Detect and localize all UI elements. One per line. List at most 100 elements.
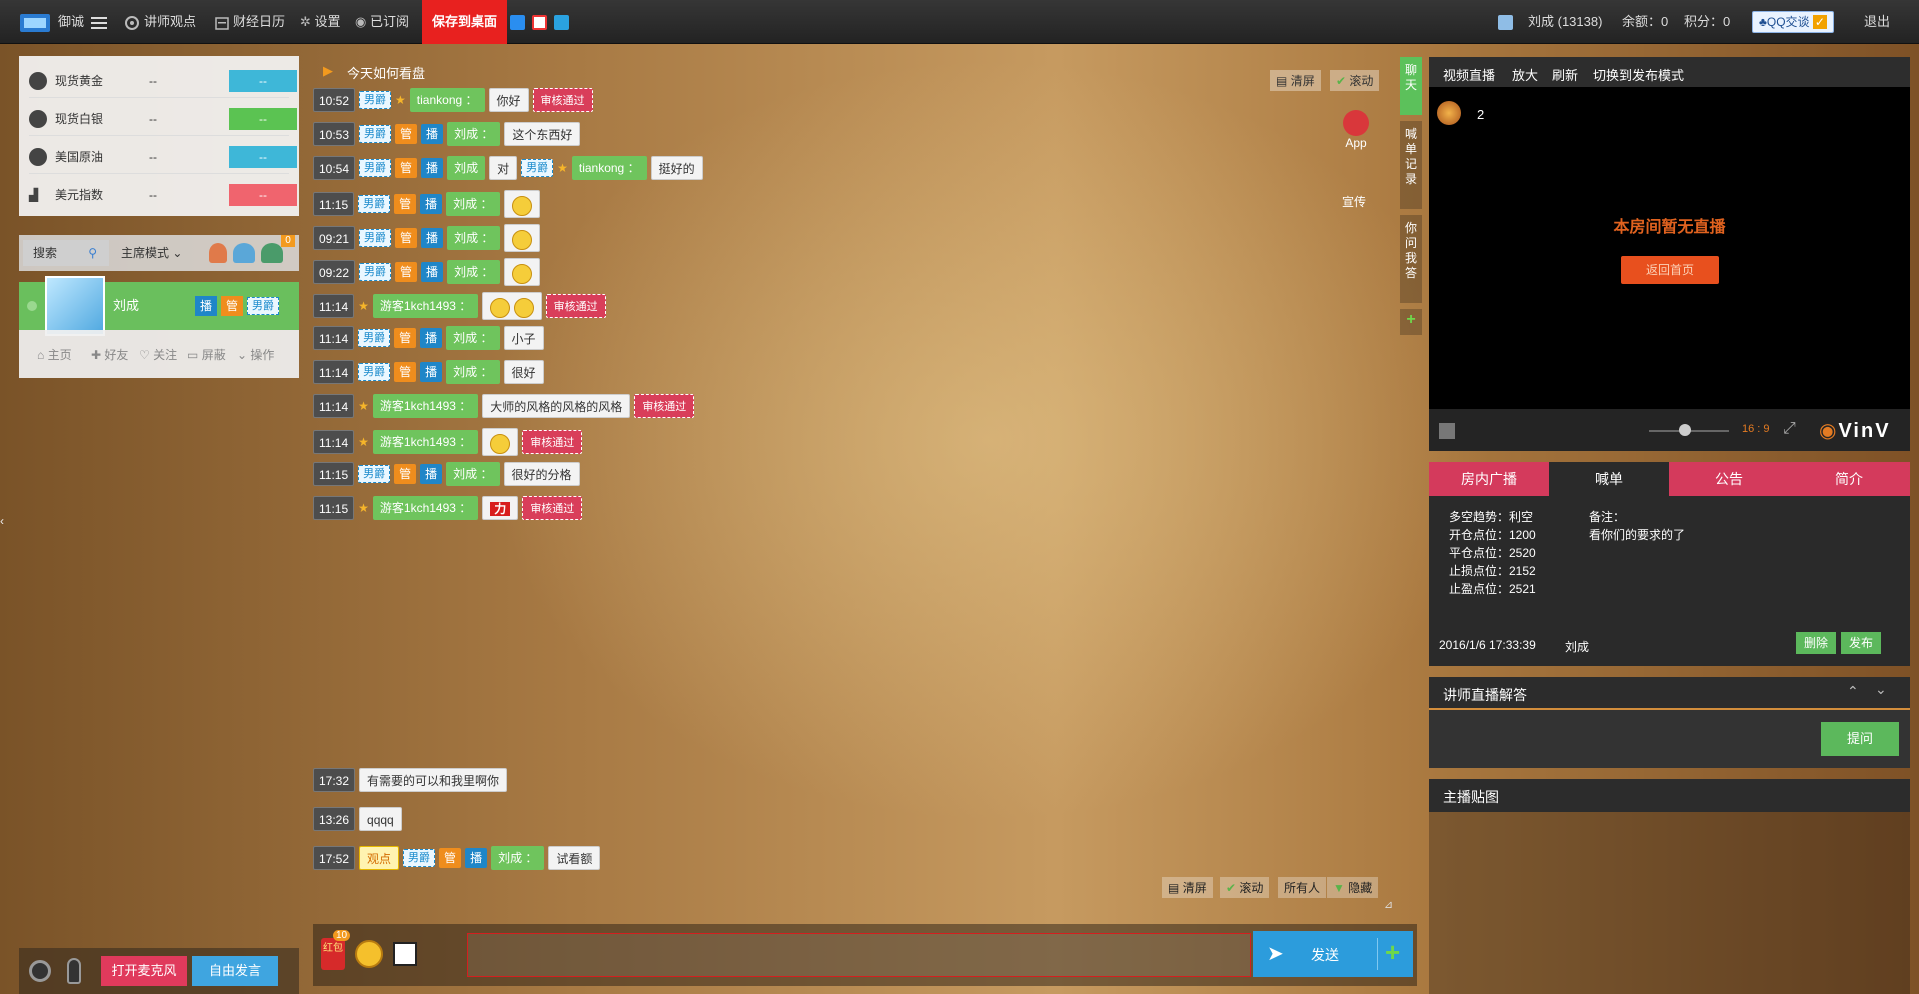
- microphone-icon[interactable]: [67, 958, 81, 984]
- collapse-left-icon[interactable]: ‹: [0, 514, 4, 528]
- message-user[interactable]: 游客1kch1493 ：: [372, 496, 479, 520]
- emoji-picker-icon[interactable]: [355, 940, 383, 968]
- user-avatar-icon[interactable]: [1498, 0, 1513, 44]
- qq-icon: ♣: [1759, 15, 1767, 29]
- send-button[interactable]: ➤ 发送 +: [1253, 931, 1413, 977]
- video-player[interactable]: 2 本房间暂无直播 返回首页: [1429, 87, 1910, 409]
- hide-toggle[interactable]: ▼ 隐藏: [1327, 877, 1379, 898]
- message-user[interactable]: 游客1kch1493 ：: [372, 430, 479, 454]
- action-follow[interactable]: ♡ 关注: [139, 346, 177, 363]
- cloud-icon: [29, 148, 47, 166]
- wifi-icon: ◉: [355, 14, 367, 29]
- message-target-user[interactable]: tiankong ：: [571, 156, 647, 180]
- users-icon[interactable]: [233, 243, 255, 263]
- menu-icon[interactable]: [91, 0, 111, 44]
- user-icon[interactable]: [209, 243, 227, 263]
- tab-room-broadcast[interactable]: 房内广播: [1429, 462, 1549, 496]
- switch-publish-mode-button[interactable]: 切换到发布模式: [1593, 65, 1684, 84]
- message-user[interactable]: 刘成 ：: [447, 226, 501, 250]
- message-user[interactable]: 刘成 ：: [447, 122, 501, 146]
- image-upload-icon[interactable]: [393, 942, 417, 966]
- message-text: 有需要的可以和我里啊你: [359, 768, 508, 792]
- delete-button[interactable]: 删除: [1796, 632, 1836, 654]
- brand-logo[interactable]: 御诚: [18, 0, 84, 44]
- weibo-icon[interactable]: [532, 0, 547, 44]
- nav-subscribed[interactable]: ◉ 已订阅: [355, 0, 409, 44]
- tab-call-order[interactable]: 喊单: [1549, 462, 1669, 496]
- ask-button[interactable]: 提问: [1821, 722, 1899, 756]
- message-user[interactable]: 刘成 ：: [446, 326, 500, 350]
- add-icon[interactable]: +: [1385, 937, 1400, 967]
- star-icon: ★: [358, 501, 369, 515]
- quote-row-oil[interactable]: 美国原油 -- --: [29, 140, 297, 174]
- resize-handle-icon[interactable]: ⊿: [1384, 898, 1393, 911]
- footer-clear-button[interactable]: ▤ 清屏: [1162, 877, 1213, 898]
- logout-link[interactable]: 退出: [1864, 0, 1890, 44]
- chevron-up-icon[interactable]: ⌃: [1847, 683, 1859, 700]
- nav-teacher-view[interactable]: 讲师观点: [124, 0, 196, 44]
- zoom-button[interactable]: 放大: [1512, 65, 1538, 84]
- message-input[interactable]: [467, 933, 1251, 977]
- laugh-emoji-icon: [513, 297, 534, 318]
- free-speak-button[interactable]: 自由发言: [192, 956, 278, 986]
- action-block[interactable]: ▭ 屏蔽: [187, 346, 226, 363]
- message-user[interactable]: 刘成 ：: [446, 462, 500, 486]
- action-menu[interactable]: ⌄ 操作: [237, 346, 274, 363]
- message-user[interactable]: 刘成 ：: [446, 360, 500, 384]
- back-home-button[interactable]: 返回首页: [1621, 256, 1719, 284]
- tab-chat[interactable]: 聊天: [1400, 57, 1422, 115]
- message-time: 10:53: [313, 122, 356, 146]
- tab-announcement[interactable]: 公告: [1669, 462, 1789, 496]
- group-icon[interactable]: [261, 243, 283, 263]
- refresh-button[interactable]: 刷新: [1552, 65, 1578, 84]
- aspect-ratio[interactable]: 16 : 9: [1742, 423, 1770, 435]
- stop-icon[interactable]: [1439, 423, 1455, 439]
- hide-label: 隐藏: [1348, 881, 1373, 895]
- qq-chat-button[interactable]: ♣QQ交谈 ✓: [1752, 11, 1834, 33]
- video-live-tab[interactable]: 视频直播: [1443, 65, 1495, 84]
- action-home[interactable]: ⌂ 主页: [37, 346, 72, 363]
- save-to-desktop-button[interactable]: 保存到桌面: [422, 0, 508, 44]
- send-label: 发送: [1311, 947, 1339, 963]
- recipient-select[interactable]: 所有人: [1278, 877, 1327, 898]
- logo-icon: [20, 13, 50, 32]
- message-user[interactable]: 刘成 ：: [446, 192, 500, 216]
- mode-select[interactable]: 主席模式 ⌄: [121, 235, 182, 271]
- qa-body: 提问: [1429, 710, 1910, 768]
- chat-message: 11:15 男爵管播刘成 ：很好的分格: [313, 462, 584, 488]
- publish-button[interactable]: 发布: [1841, 632, 1881, 654]
- add-tab-icon[interactable]: +: [1400, 309, 1422, 335]
- red-packet-icon[interactable]: 红包: [321, 938, 345, 970]
- tab-intro[interactable]: 简介: [1789, 462, 1909, 496]
- action-friend[interactable]: ✚ 好友: [91, 346, 128, 363]
- admin-badge: 管: [394, 328, 417, 348]
- message-user[interactable]: 游客1kch1493 ：: [372, 394, 479, 418]
- star-icon: ★: [358, 435, 369, 449]
- chevron-down-icon[interactable]: ⌄: [1875, 681, 1887, 698]
- volume-handle[interactable]: [1679, 424, 1691, 436]
- to-label: 对: [489, 156, 518, 180]
- nav-settings[interactable]: ✲ 设置: [300, 0, 341, 44]
- nav-calendar[interactable]: 财经日历: [215, 0, 285, 44]
- message-user[interactable]: 刘成 ：: [491, 846, 545, 870]
- message-user[interactable]: tiankong ：: [409, 88, 485, 112]
- search-input[interactable]: 搜索 ⚲: [23, 240, 109, 266]
- quote-row-silver[interactable]: 现货白银 -- --: [29, 102, 297, 136]
- quote-row-gold[interactable]: 现货黄金 -- --: [29, 64, 297, 98]
- open-mic-button[interactable]: 打开麦克风: [101, 956, 187, 986]
- message-user[interactable]: 刘成 ：: [447, 260, 501, 284]
- footer-scroll-toggle[interactable]: ✔ 滚动: [1220, 877, 1270, 898]
- note: 备注： 看你们的要求的了: [1589, 508, 1685, 544]
- quote-row-dollar[interactable]: ▟ 美元指数 -- --: [29, 178, 297, 212]
- user-list-item[interactable]: 刘成 播 管 男爵: [19, 276, 299, 336]
- share-icon[interactable]: [554, 0, 569, 44]
- message-user[interactable]: 刘成: [447, 156, 486, 180]
- fullscreen-icon[interactable]: ⤢: [1783, 420, 1796, 438]
- add-icon[interactable]: [510, 0, 525, 44]
- speaker-icon[interactable]: [29, 960, 51, 982]
- user-info[interactable]: 刘成 (13138): [1528, 0, 1602, 44]
- message-user[interactable]: 游客1kch1493 ：: [372, 294, 479, 318]
- tab-call-records[interactable]: 喊单记录: [1400, 121, 1422, 209]
- tab-qa[interactable]: 你问我答: [1400, 215, 1422, 303]
- action-label: 操作: [250, 348, 275, 362]
